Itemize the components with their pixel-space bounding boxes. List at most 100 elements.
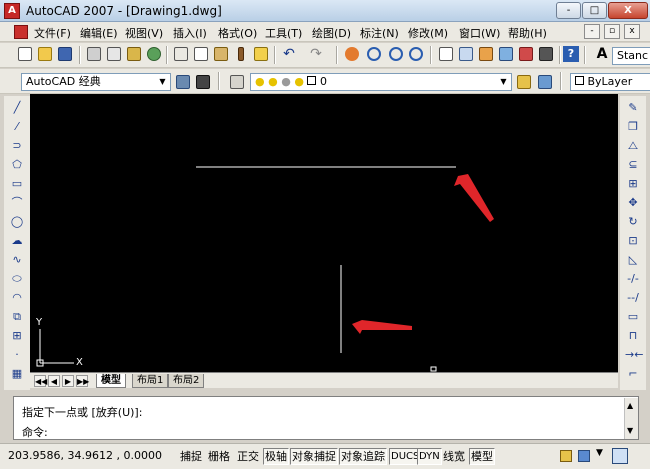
stretch-icon[interactable]: ◺	[625, 252, 641, 268]
tab-model[interactable]: 模型	[96, 374, 126, 388]
model-toggle[interactable]: 模型	[469, 448, 495, 465]
polyline-icon[interactable]: ⊃	[9, 138, 25, 154]
menu-file[interactable]: 文件(F)	[34, 25, 71, 41]
workspace-settings-icon[interactable]	[175, 74, 191, 90]
doc-minimize-button[interactable]: -	[584, 24, 600, 39]
undo-icon[interactable]: ↶	[281, 46, 297, 62]
command-prompt[interactable]: 命令:	[22, 424, 48, 440]
prev-tab-button[interactable]: ◀	[48, 375, 60, 387]
properties-icon[interactable]	[438, 46, 454, 62]
drawing-document-icon[interactable]	[14, 25, 28, 39]
text-style-combo[interactable]: Stanc	[612, 47, 650, 65]
polygon-icon[interactable]: ⬠	[9, 157, 25, 173]
new-icon[interactable]	[17, 46, 33, 62]
3d-dwf-icon[interactable]	[146, 46, 162, 62]
array-icon[interactable]: ⊞	[625, 176, 641, 192]
zoom-window-icon[interactable]	[388, 46, 404, 62]
ellipse-arc-icon[interactable]: ◠	[9, 290, 25, 306]
scroll-up-icon[interactable]: ▲	[627, 401, 633, 410]
grid-toggle[interactable]: 栅格	[206, 448, 232, 465]
extend-icon[interactable]: --/	[625, 290, 641, 306]
help-icon[interactable]: ?	[563, 46, 579, 62]
ortho-toggle[interactable]: 正交	[235, 448, 261, 465]
erase-icon[interactable]: ✎	[625, 100, 641, 116]
menu-tools[interactable]: 工具(T)	[265, 25, 302, 41]
otrack-toggle[interactable]: 对象追踪	[339, 448, 387, 465]
menu-view[interactable]: 视图(V)	[125, 25, 163, 41]
ellipse-icon[interactable]: ⬭	[9, 271, 25, 287]
layer-manager-icon[interactable]	[229, 74, 245, 90]
open-icon[interactable]	[37, 46, 53, 62]
join-icon[interactable]: ⊓	[625, 328, 641, 344]
print-icon[interactable]	[86, 46, 102, 62]
command-scrollbar[interactable]: ▲ ▼	[624, 398, 638, 439]
last-tab-button[interactable]: ▶▶	[76, 375, 89, 387]
markup-icon[interactable]	[518, 46, 534, 62]
block-editor-icon[interactable]	[253, 46, 269, 62]
doc-restore-button[interactable]: ▫	[604, 24, 620, 39]
maximize-button[interactable]: □	[582, 2, 607, 19]
insert-block-icon[interactable]: ⧉	[9, 309, 25, 325]
match-properties-icon[interactable]	[233, 46, 249, 62]
menu-draw[interactable]: 绘图(D)	[312, 25, 351, 41]
circle-icon[interactable]: ◯	[9, 214, 25, 230]
construction-line-icon[interactable]: ⁄	[9, 119, 25, 135]
rectangle-icon[interactable]: ▭	[9, 176, 25, 192]
my-workspace-icon[interactable]	[195, 74, 211, 90]
plot-preview-icon[interactable]	[106, 46, 122, 62]
make-object-layer-current-icon[interactable]	[516, 74, 532, 90]
sheet-set-icon[interactable]	[498, 46, 514, 62]
layer-previous-icon[interactable]	[537, 74, 553, 90]
menu-edit[interactable]: 编辑(E)	[80, 25, 118, 41]
layer-combo[interactable]: ● ● ● ● 0 ▼	[250, 73, 512, 91]
snap-toggle[interactable]: 捕捉	[178, 448, 204, 465]
lineweight-toggle[interactable]: 线宽	[441, 448, 467, 465]
break-icon[interactable]: ▭	[625, 309, 641, 325]
fillet-icon[interactable]: ⌐	[625, 366, 641, 382]
design-center-icon[interactable]	[458, 46, 474, 62]
dyn-toggle[interactable]: DYN	[417, 448, 442, 465]
mirror-icon[interactable]: ⧍	[625, 138, 641, 154]
first-tab-button[interactable]: ◀◀	[34, 375, 47, 387]
menu-format[interactable]: 格式(O)	[218, 25, 257, 41]
spline-icon[interactable]: ∿	[9, 252, 25, 268]
publish-icon[interactable]	[126, 46, 142, 62]
hatch-icon[interactable]: ▦	[9, 366, 25, 382]
redo-icon[interactable]: ↷	[308, 46, 324, 62]
doc-close-button[interactable]: x	[624, 24, 640, 39]
revision-cloud-icon[interactable]: ☁	[9, 233, 25, 249]
autocad-logo-icon[interactable]: A	[4, 3, 20, 19]
rotate-icon[interactable]: ↻	[625, 214, 641, 230]
tab-layout1[interactable]: 布局1	[132, 374, 169, 388]
menu-help[interactable]: 帮助(H)	[508, 25, 547, 41]
tool-palettes-icon[interactable]	[478, 46, 494, 62]
menu-dimension[interactable]: 标注(N)	[360, 25, 399, 41]
polar-toggle[interactable]: 极轴	[263, 448, 289, 465]
save-icon[interactable]	[57, 46, 73, 62]
copy-icon[interactable]: ❐	[625, 119, 641, 135]
command-window[interactable]: 指定下一点或 [放弃(U)]: 命令:	[13, 396, 639, 440]
communication-center-icon[interactable]	[578, 450, 590, 462]
chevron-down-icon[interactable]: ▼	[596, 448, 603, 458]
copy-clip-icon[interactable]	[193, 46, 209, 62]
trim-icon[interactable]: -/-	[625, 271, 641, 287]
move-icon[interactable]: ✥	[625, 195, 641, 211]
pan-icon[interactable]	[344, 46, 360, 62]
cut-icon[interactable]	[173, 46, 189, 62]
drawing-canvas[interactable]: Y X	[30, 94, 618, 372]
workspace-combo[interactable]: AutoCAD 经典 ▼	[21, 73, 171, 91]
menu-insert[interactable]: 插入(I)	[173, 25, 207, 41]
text-style-icon[interactable]: A	[594, 46, 610, 62]
line-icon[interactable]: ╱	[9, 100, 25, 116]
clean-screen-icon[interactable]	[612, 448, 628, 464]
menu-modify[interactable]: 修改(M)	[408, 25, 448, 41]
make-block-icon[interactable]: ⊞	[9, 328, 25, 344]
color-combo[interactable]: ByLayer	[570, 73, 650, 91]
zoom-previous-icon[interactable]	[408, 46, 424, 62]
tab-layout2[interactable]: 布局2	[168, 374, 205, 388]
menu-window[interactable]: 窗口(W)	[459, 25, 500, 41]
close-button[interactable]: X	[608, 2, 648, 19]
minimize-button[interactable]: -	[556, 2, 581, 19]
zoom-realtime-icon[interactable]	[366, 46, 382, 62]
lock-icon[interactable]	[560, 450, 572, 462]
